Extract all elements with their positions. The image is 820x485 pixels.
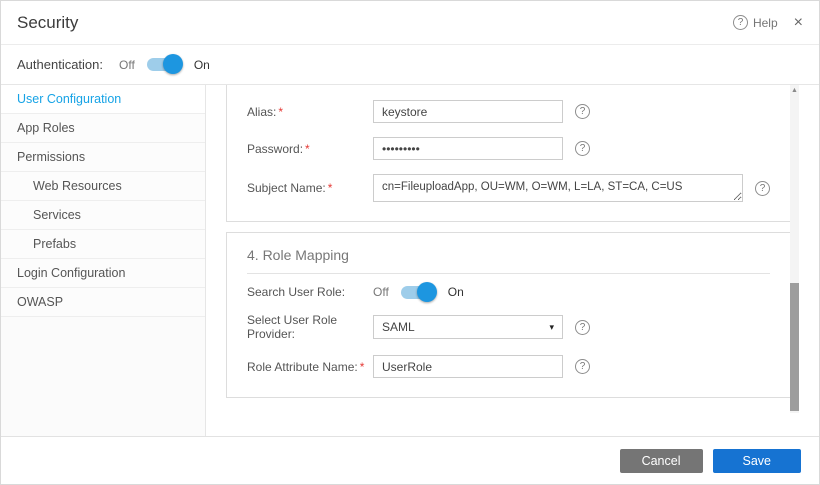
help-icon[interactable]: ? — [733, 15, 748, 30]
role-mapping-title: 4. Role Mapping — [227, 233, 790, 273]
sidebar-item-owasp[interactable]: OWASP — [1, 288, 205, 317]
section-divider — [247, 273, 770, 274]
chevron-down-icon: ▾ — [549, 322, 554, 333]
save-button[interactable]: Save — [713, 449, 802, 473]
scroll-pane: Alias:* ? Password:* ? Subject Name:* cn… — [226, 85, 791, 413]
field-row-role-attribute: Role Attribute Name:* ? — [227, 348, 790, 385]
sidebar-item-prefabs[interactable]: Prefabs — [1, 230, 205, 259]
password-input[interactable] — [373, 137, 563, 160]
search-user-role-switch[interactable] — [401, 286, 434, 299]
subject-name-textarea[interactable]: cn=FileuploadApp, OU=WM, O=WM, L=LA, ST=… — [373, 174, 743, 202]
sidebar-item-user-configuration[interactable]: User Configuration — [1, 85, 205, 114]
subject-name-label: Subject Name:* — [247, 181, 373, 195]
alias-label: Alias:* — [247, 105, 373, 119]
toggle-on-label: On — [448, 285, 464, 299]
certificate-section: Alias:* ? Password:* ? Subject Name:* cn… — [226, 85, 791, 222]
role-provider-select[interactable]: SAML ▾ — [373, 315, 563, 339]
subject-name-help-icon[interactable]: ? — [755, 181, 770, 196]
authentication-toggle: Off On — [119, 58, 210, 72]
header-actions: ? Help × — [733, 14, 803, 32]
page-title: Security — [17, 13, 733, 33]
required-asterisk: * — [360, 360, 365, 374]
sidebar: User Configuration App Roles Permissions… — [1, 85, 206, 438]
alias-input[interactable] — [373, 100, 563, 123]
sidebar-item-app-roles[interactable]: App Roles — [1, 114, 205, 143]
content-area: Alias:* ? Password:* ? Subject Name:* cn… — [206, 85, 819, 438]
required-asterisk: * — [328, 181, 333, 195]
field-row-search-user-role: Search User Role: Off On — [227, 278, 790, 306]
footer: Cancel Save — [1, 436, 819, 484]
security-dialog: Security ? Help × Authentication: Off On… — [0, 0, 820, 485]
field-row-role-provider: Select User Role Provider: SAML ▾ ? — [227, 306, 790, 348]
role-provider-value: SAML — [382, 320, 415, 334]
switch-knob — [417, 282, 437, 302]
password-help-icon[interactable]: ? — [575, 141, 590, 156]
sidebar-item-web-resources[interactable]: Web Resources — [1, 172, 205, 201]
help-label[interactable]: Help — [753, 16, 778, 30]
password-label: Password:* — [247, 142, 373, 156]
required-asterisk: * — [305, 142, 310, 156]
toggle-on-label: On — [194, 58, 210, 72]
authentication-row: Authentication: Off On — [1, 45, 819, 84]
search-user-role-toggle: Off On — [373, 285, 464, 299]
toggle-off-label: Off — [373, 285, 389, 299]
required-asterisk: * — [278, 105, 283, 119]
sidebar-item-login-configuration[interactable]: Login Configuration — [1, 259, 205, 288]
sidebar-item-permissions[interactable]: Permissions — [1, 143, 205, 172]
cancel-button[interactable]: Cancel — [620, 449, 703, 473]
scroll-up-arrow-icon[interactable]: ▲ — [790, 85, 799, 97]
field-row-password: Password:* ? — [227, 130, 790, 167]
role-mapping-section: 4. Role Mapping Search User Role: Off On… — [226, 232, 791, 398]
header: Security ? Help × — [1, 1, 819, 45]
role-attribute-input[interactable] — [373, 355, 563, 378]
toggle-off-label: Off — [119, 58, 135, 72]
scrollbar-thumb[interactable] — [790, 283, 799, 411]
alias-help-icon[interactable]: ? — [575, 104, 590, 119]
role-attribute-label: Role Attribute Name:* — [247, 360, 373, 374]
authentication-switch[interactable] — [147, 58, 180, 71]
vertical-scrollbar[interactable]: ▲ — [790, 85, 799, 413]
sidebar-item-services[interactable]: Services — [1, 201, 205, 230]
role-provider-help-icon[interactable]: ? — [575, 320, 590, 335]
body: User Configuration App Roles Permissions… — [1, 84, 819, 438]
authentication-label: Authentication: — [17, 57, 103, 72]
field-row-alias: Alias:* ? — [227, 93, 790, 130]
search-user-role-label: Search User Role: — [247, 285, 373, 299]
close-icon[interactable]: × — [794, 14, 803, 32]
role-provider-label: Select User Role Provider: — [247, 313, 373, 341]
switch-knob — [163, 54, 183, 74]
role-attribute-help-icon[interactable]: ? — [575, 359, 590, 374]
field-row-subject-name: Subject Name:* cn=FileuploadApp, OU=WM, … — [227, 167, 790, 209]
